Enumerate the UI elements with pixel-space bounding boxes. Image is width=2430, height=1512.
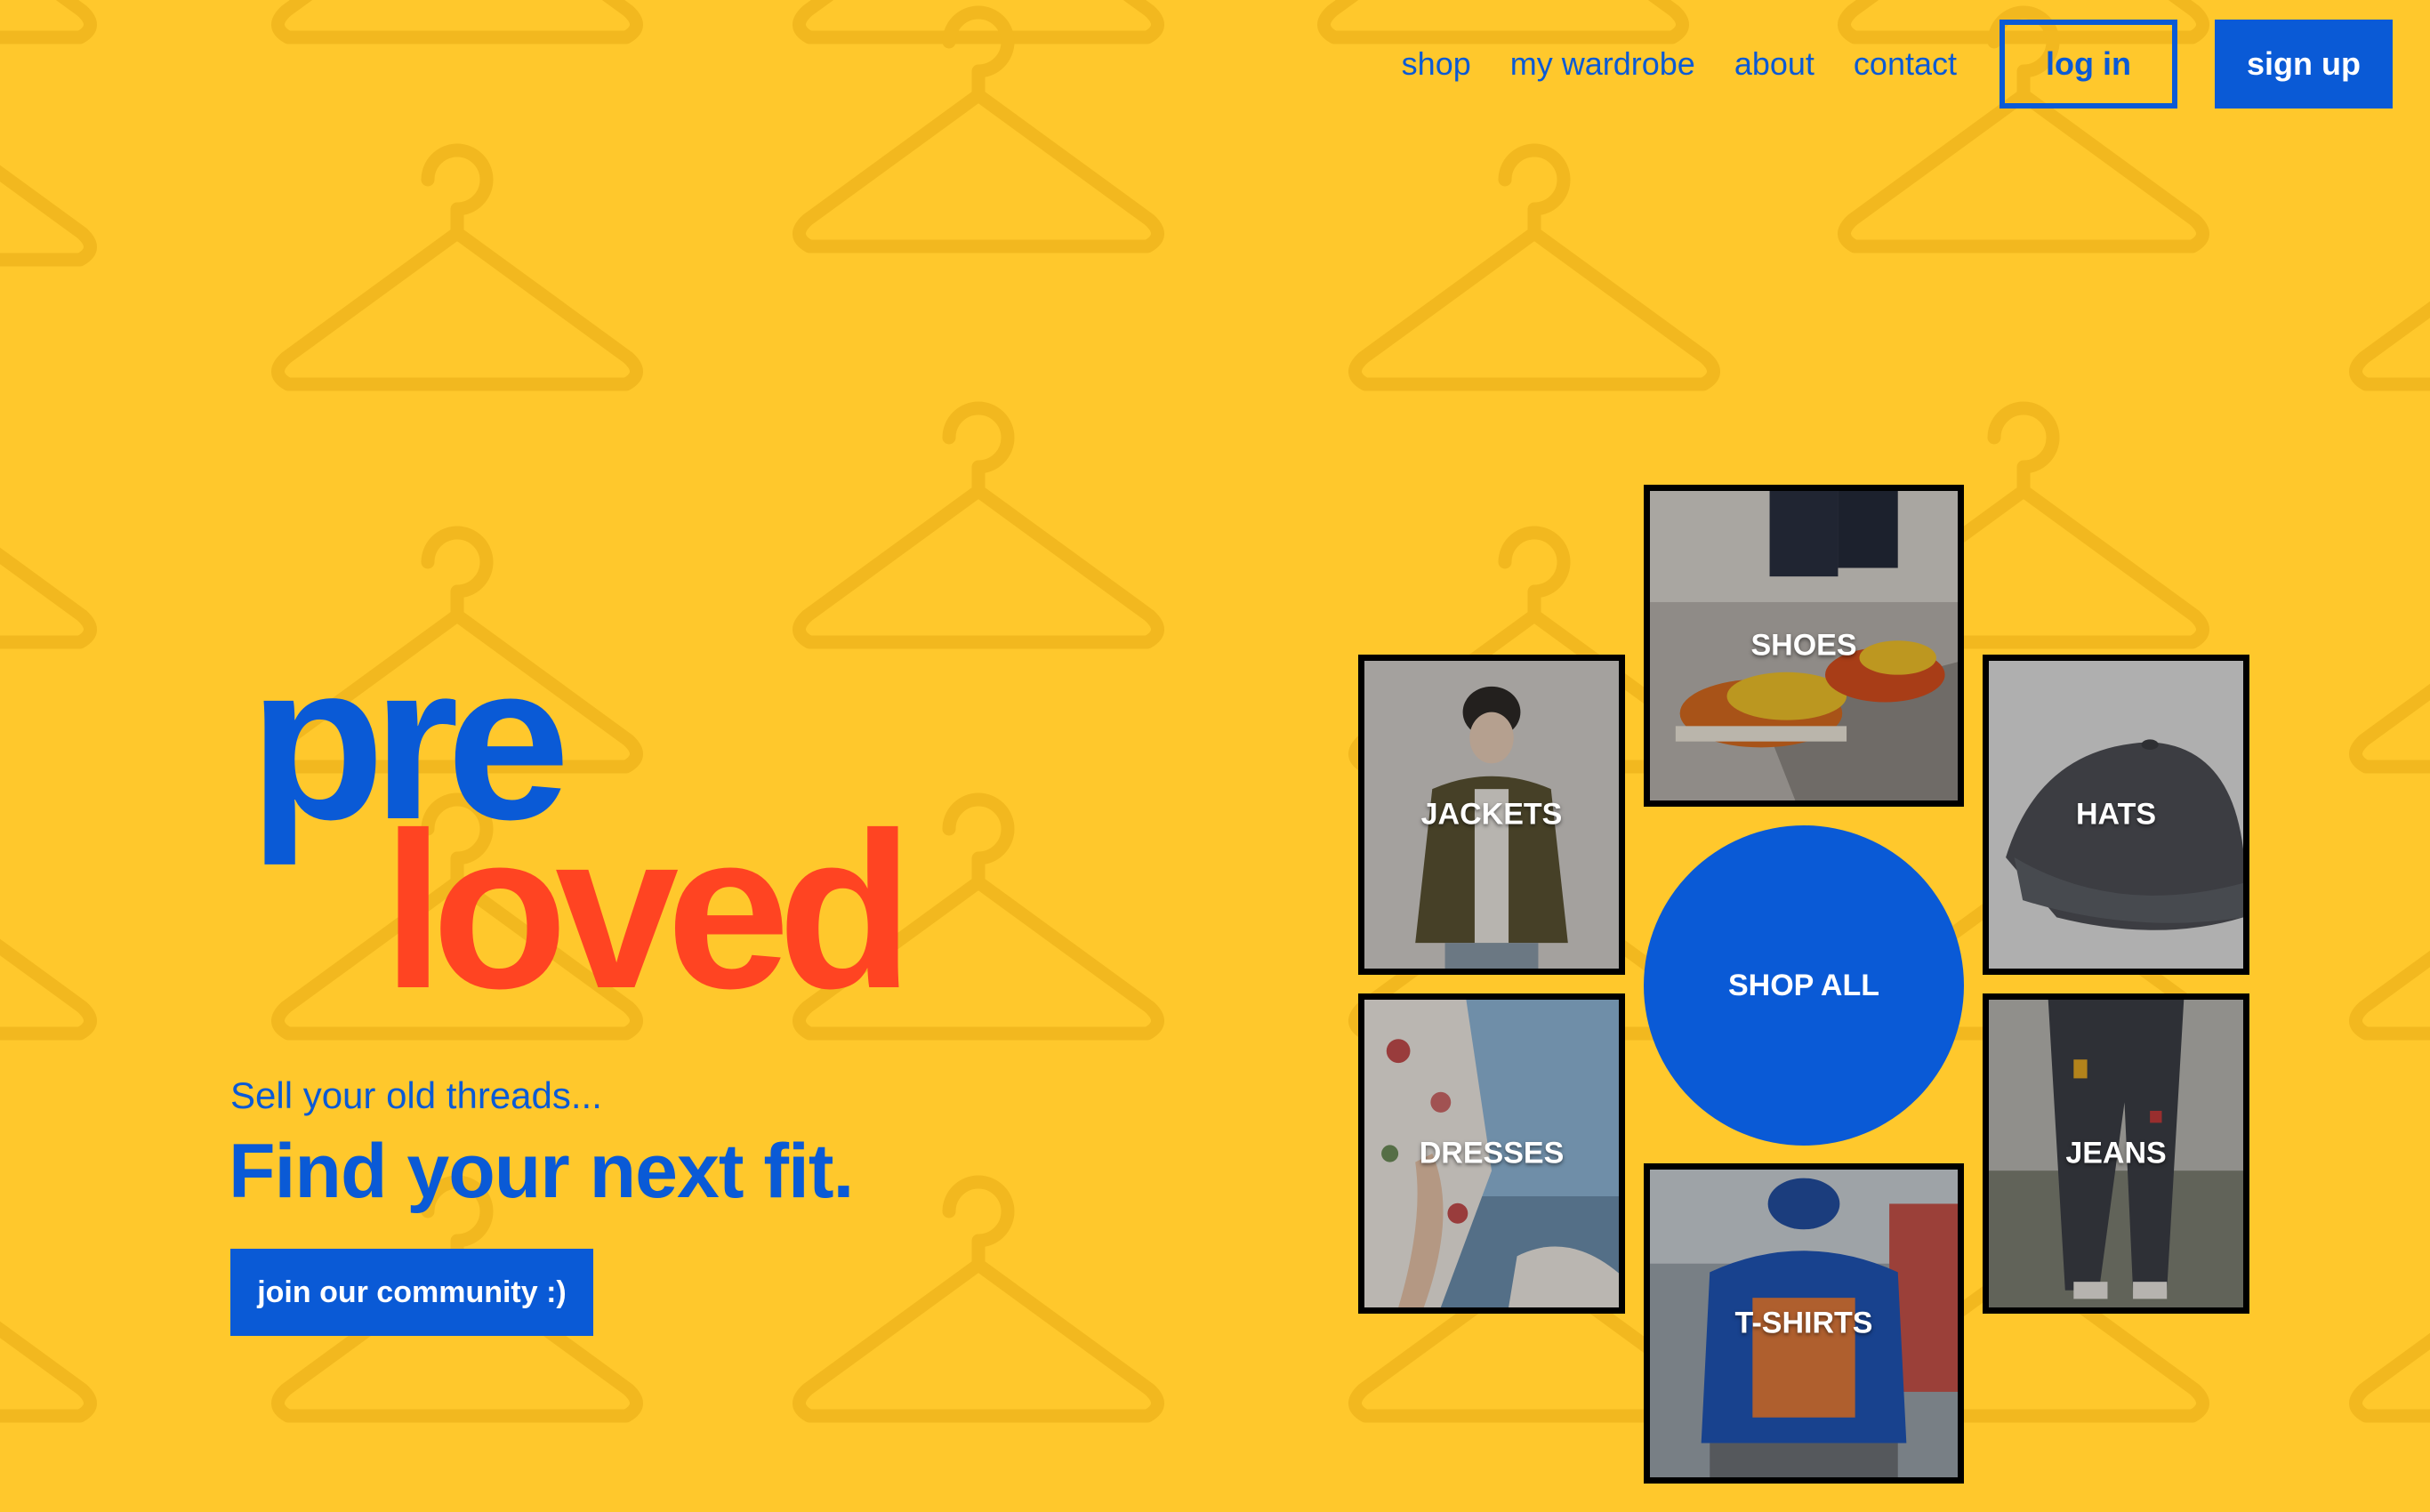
signup-button[interactable]: sign up	[2215, 20, 2393, 109]
category-tile-dresses[interactable]: DRESSES	[1358, 993, 1625, 1314]
category-tile-tshirts[interactable]: T-SHIRTS	[1644, 1163, 1964, 1484]
category-label-shoes: SHOES	[1750, 628, 1857, 663]
nav-link-contact[interactable]: contact	[1854, 45, 1957, 83]
top-navigation: shop my wardrobe about contact log in si…	[1402, 20, 2393, 109]
category-tile-hats[interactable]: HATS	[1983, 655, 2249, 975]
preloved-logo: pre loved	[249, 685, 913, 1005]
login-button[interactable]: log in	[2000, 20, 2177, 109]
join-community-button[interactable]: join our community :)	[230, 1249, 593, 1336]
shop-all-button[interactable]: SHOP ALL	[1644, 825, 1964, 1146]
nav-link-my-wardrobe[interactable]: my wardrobe	[1510, 45, 1695, 83]
nav-link-shop[interactable]: shop	[1402, 45, 1471, 83]
category-tile-jackets[interactable]: JACKETS	[1358, 655, 1625, 975]
category-tile-jeans[interactable]: JEANS	[1983, 993, 2249, 1314]
category-label-hats: HATS	[2075, 797, 2157, 832]
category-label-jackets: JACKETS	[1420, 797, 1563, 832]
hero-headline: Find your next fit.	[229, 1129, 854, 1214]
nav-link-about[interactable]: about	[1734, 45, 1814, 83]
hero-tagline: Sell your old threads...	[230, 1074, 602, 1116]
category-label-jeans: JEANS	[2065, 1136, 2167, 1170]
logo-text-loved: loved	[382, 786, 901, 1005]
category-label-tshirts: T-SHIRTS	[1734, 1306, 1873, 1340]
category-label-dresses: DRESSES	[1419, 1136, 1565, 1170]
category-tile-shoes[interactable]: SHOES	[1644, 485, 1964, 807]
